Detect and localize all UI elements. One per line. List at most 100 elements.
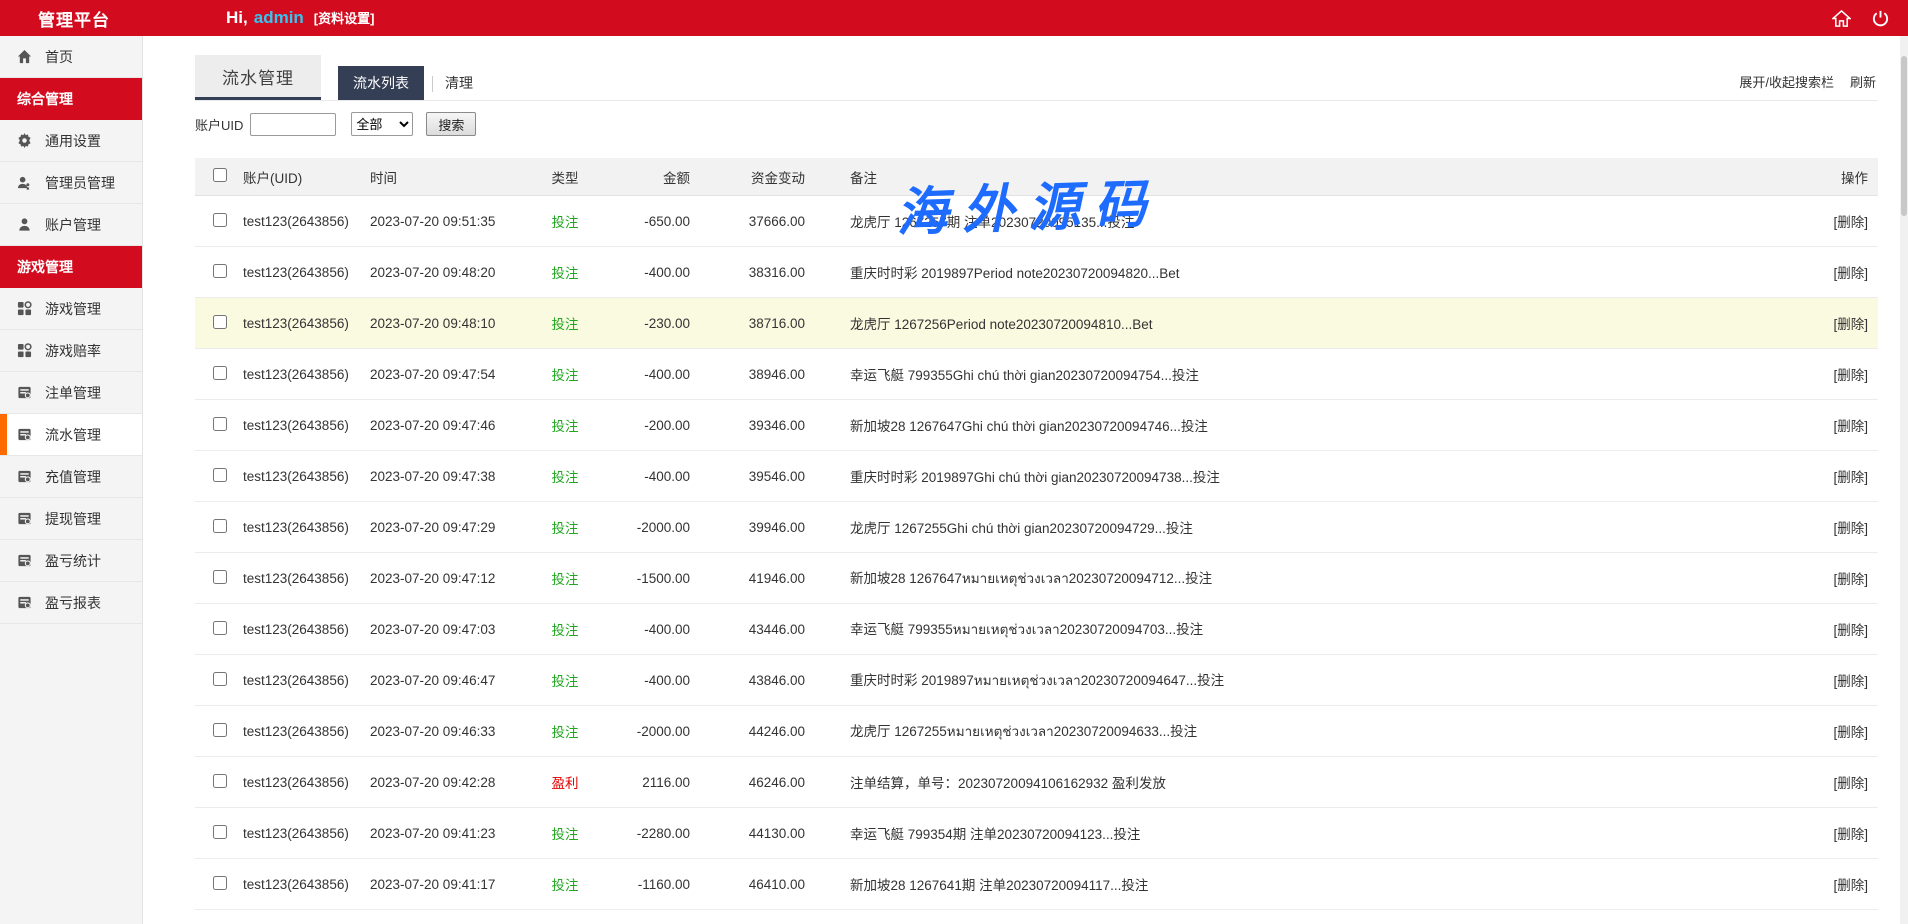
sidebar-item-label: 充值管理: [45, 467, 101, 487]
delete-link[interactable]: [删除]: [1833, 317, 1868, 332]
cell-time: 2023-07-20 09:51:35: [370, 214, 535, 229]
delete-link[interactable]: [删除]: [1833, 623, 1868, 638]
col-remark: 备注: [805, 167, 1788, 187]
table-row: test123(2643856) 2023-07-20 09:47:38 投注 …: [195, 451, 1878, 502]
tab-clean[interactable]: 清理: [435, 66, 488, 100]
cell-time: 2023-07-20 09:46:33: [370, 724, 535, 739]
delete-link[interactable]: [删除]: [1833, 674, 1868, 689]
scrollbar-thumb[interactable]: [1901, 56, 1907, 216]
row-checkbox[interactable]: [213, 519, 227, 533]
delete-link[interactable]: [删除]: [1833, 368, 1868, 383]
row-checkbox[interactable]: [213, 366, 227, 380]
sidebar-item-label: 账户管理: [45, 215, 101, 235]
delete-link[interactable]: [删除]: [1833, 419, 1868, 434]
profile-settings-link[interactable]: [资料设置]: [314, 8, 375, 27]
cell-amount: -2000.00: [595, 724, 690, 739]
main-area: 流水管理 流水列表 清理 展开/收起搜索栏 刷新 账户UID 全部 搜索 账户(…: [144, 36, 1908, 924]
cell-type: 投注: [535, 313, 595, 333]
cell-time: 2023-07-20 09:47:12: [370, 571, 535, 586]
sidebar-item-icon: [17, 511, 32, 526]
cell-uid: test123(2643856): [243, 622, 370, 637]
cell-time: 2023-07-20 09:47:38: [370, 469, 535, 484]
sidebar-section-header: 综合管理: [0, 78, 142, 120]
sidebar-item[interactable]: 账户管理: [0, 204, 142, 246]
search-bar: 账户UID 全部 搜索: [195, 112, 1878, 136]
tab-flow-list[interactable]: 流水列表: [338, 66, 424, 100]
row-checkbox[interactable]: [213, 417, 227, 431]
app-title: 管理平台: [38, 6, 110, 31]
delete-link[interactable]: [删除]: [1833, 470, 1868, 485]
cell-amount: -2280.00: [595, 826, 690, 841]
cell-change: 39346.00: [690, 418, 805, 433]
delete-link[interactable]: [删除]: [1833, 776, 1868, 791]
row-checkbox[interactable]: [213, 672, 227, 686]
delete-link[interactable]: [删除]: [1833, 215, 1868, 230]
sidebar-item[interactable]: 游戏赔率: [0, 330, 142, 372]
delete-link[interactable]: [删除]: [1833, 827, 1868, 842]
sidebar-item[interactable]: 流水管理: [0, 414, 142, 456]
sidebar: 首页 综合管理 通用设置 管理员管理 账户管理 游戏管理 游戏管理 游戏赔率 注…: [0, 36, 143, 924]
row-checkbox[interactable]: [213, 876, 227, 890]
cell-amount: -400.00: [595, 673, 690, 688]
row-checkbox[interactable]: [213, 315, 227, 329]
row-checkbox[interactable]: [213, 723, 227, 737]
sidebar-item-icon: [17, 385, 32, 400]
row-checkbox[interactable]: [213, 264, 227, 278]
uid-input[interactable]: [250, 113, 336, 136]
row-checkbox[interactable]: [213, 468, 227, 482]
cell-change: 46246.00: [690, 775, 805, 790]
cell-change: 46410.00: [690, 877, 805, 892]
delete-link[interactable]: [删除]: [1833, 572, 1868, 587]
sidebar-item[interactable]: 首页: [0, 36, 142, 78]
cell-type: 投注: [535, 619, 595, 639]
cell-uid: test123(2643856): [243, 265, 370, 280]
row-checkbox[interactable]: [213, 570, 227, 584]
refresh-link[interactable]: 刷新: [1850, 72, 1876, 91]
delete-link[interactable]: [删除]: [1833, 266, 1868, 281]
toggle-search-bar-link[interactable]: 展开/收起搜索栏: [1739, 72, 1834, 91]
cell-change: 38716.00: [690, 316, 805, 331]
vertical-scrollbar[interactable]: [1900, 36, 1908, 924]
tab-separator: [432, 76, 433, 92]
sidebar-item[interactable]: 提现管理: [0, 498, 142, 540]
cell-type: 投注: [535, 364, 595, 384]
page-title-tab[interactable]: 流水管理: [195, 55, 321, 100]
greeting-prefix: Hi,: [226, 8, 248, 28]
select-all-checkbox[interactable]: [213, 168, 227, 182]
sidebar-item[interactable]: 盈亏报表: [0, 582, 142, 624]
cell-uid: test123(2643856): [243, 673, 370, 688]
sidebar-item-icon: [17, 427, 32, 442]
row-checkbox[interactable]: [213, 213, 227, 227]
sidebar-item[interactable]: 盈亏统计: [0, 540, 142, 582]
home-icon[interactable]: [1832, 9, 1851, 28]
cell-time: 2023-07-20 09:48:20: [370, 265, 535, 280]
row-checkbox[interactable]: [213, 621, 227, 635]
cell-uid: test123(2643856): [243, 775, 370, 790]
cell-type: 投注: [535, 415, 595, 435]
tab-strip: 流水管理 流水列表 清理 展开/收起搜索栏 刷新: [195, 55, 1878, 101]
sidebar-item[interactable]: 管理员管理: [0, 162, 142, 204]
delete-link[interactable]: [删除]: [1833, 725, 1868, 740]
table-header-row: 账户(UID) 时间 类型 金额 资金变动 备注 操作: [195, 158, 1878, 196]
cell-type: 投注: [535, 262, 595, 282]
sidebar-item-label: 首页: [45, 47, 73, 67]
cell-remark: 注单结算，单号：20230720094106162932 盈利发放: [805, 772, 1788, 792]
sidebar-item[interactable]: 通用设置: [0, 120, 142, 162]
search-button[interactable]: 搜索: [426, 112, 476, 136]
cell-amount: -650.00: [595, 214, 690, 229]
sidebar-item[interactable]: 注单管理: [0, 372, 142, 414]
sidebar-item[interactable]: 充值管理: [0, 456, 142, 498]
row-checkbox[interactable]: [213, 774, 227, 788]
sidebar-section-header: 游戏管理: [0, 246, 142, 288]
delete-link[interactable]: [删除]: [1833, 521, 1868, 536]
username: admin: [254, 8, 304, 28]
logout-power-icon[interactable]: [1871, 9, 1890, 28]
cell-uid: test123(2643856): [243, 418, 370, 433]
cell-change: 43846.00: [690, 673, 805, 688]
table-row: test123(2643856) 2023-07-20 09:47:46 投注 …: [195, 400, 1878, 451]
col-type: 类型: [535, 167, 595, 187]
delete-link[interactable]: [删除]: [1833, 878, 1868, 893]
row-checkbox[interactable]: [213, 825, 227, 839]
type-select[interactable]: 全部: [351, 112, 413, 136]
sidebar-item[interactable]: 游戏管理: [0, 288, 142, 330]
